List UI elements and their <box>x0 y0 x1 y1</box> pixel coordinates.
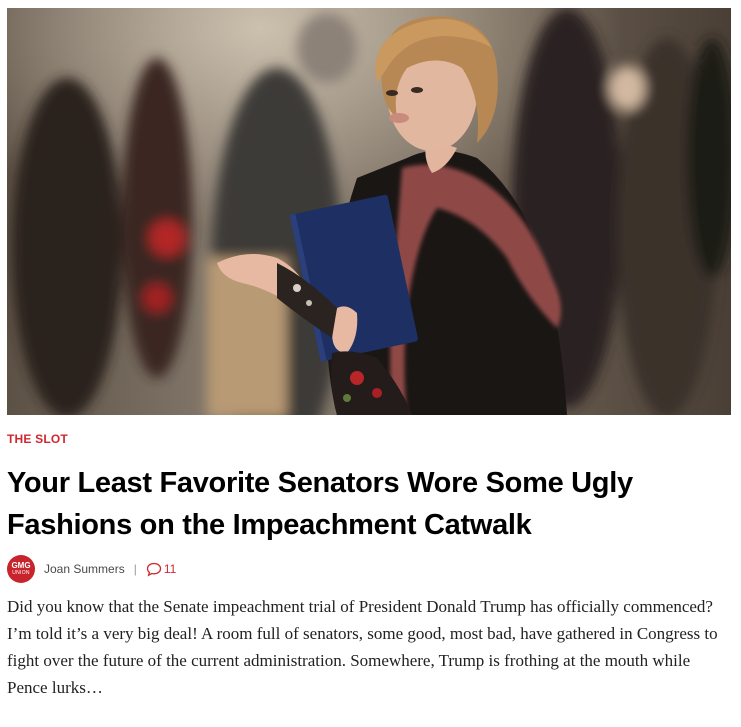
avatar-logo-subtext: UNION <box>12 570 30 576</box>
author-name-link[interactable]: Joan Summers <box>44 562 125 576</box>
comments-link[interactable]: 11 <box>146 562 176 577</box>
comments-count: 11 <box>163 562 177 576</box>
author-avatar[interactable]: GMG UNION <box>7 555 35 583</box>
article-hero-image[interactable] <box>7 8 731 415</box>
byline: GMG UNION Joan Summers | 11 <box>7 554 176 584</box>
category-link[interactable]: THE SLOT <box>7 432 68 446</box>
avatar-logo-text: GMG <box>11 561 31 570</box>
speech-bubble-icon <box>146 562 161 576</box>
article-headline[interactable]: Your Least Favorite Senators Wore Some U… <box>7 462 732 546</box>
hero-photo <box>7 8 731 415</box>
article-excerpt: Did you know that the Senate impeachment… <box>7 597 718 697</box>
byline-separator: | <box>133 562 137 576</box>
